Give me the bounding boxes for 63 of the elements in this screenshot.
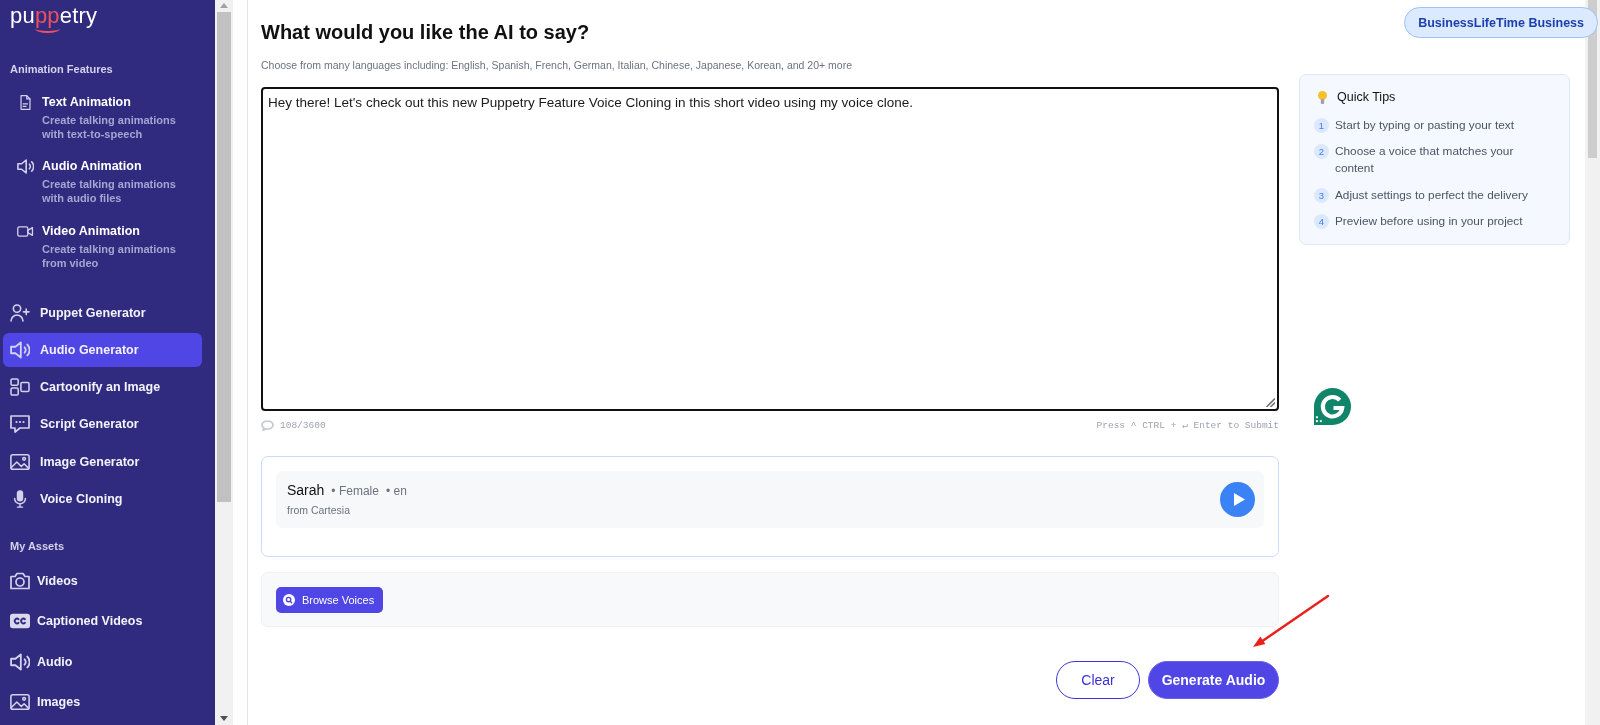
image-icon (10, 693, 30, 712)
feature-link[interactable]: Audio Animation (42, 159, 142, 175)
plan-badge: BusinessLifeTime Business (1404, 7, 1598, 38)
nav-item[interactable]: Videos (3, 563, 202, 598)
language-note: Choose from many languages including: English, Spanish, French, German, Italian, Chinese, Japanese, Korean, and 20+ more (261, 58, 852, 73)
character-count: 108/3600 (280, 418, 326, 432)
scroll-up-icon (220, 3, 228, 8)
feature-description: Create talking animations from video (42, 241, 176, 270)
voice-language: • en (385, 483, 407, 500)
nav-item[interactable]: Captioned Videos (3, 604, 202, 639)
speech-bubble-icon (261, 419, 274, 431)
browse-voices-button[interactable]: Browse Voices (276, 586, 384, 613)
primary-button[interactable]: Generate Audio (1148, 661, 1279, 699)
add-user-icon (10, 303, 30, 322)
image-icon (10, 452, 30, 471)
layout-icon (10, 378, 30, 397)
tip-text: Choose a voice that matches your content (1335, 143, 1515, 177)
tip-text: Adjust settings to perfect the delivery (1335, 186, 1528, 204)
step-number: 4 (1314, 214, 1329, 229)
feature-link[interactable]: Text Animation (42, 95, 131, 110)
step-number: 1 (1314, 117, 1329, 133)
secondary-button[interactable]: Clear (1056, 661, 1140, 699)
section-heading: Animation Features (10, 62, 113, 76)
search-icon (283, 593, 295, 606)
speaker-icon (10, 652, 30, 671)
nav-item[interactable]: Audio (3, 644, 202, 679)
document-icon (17, 95, 34, 110)
letter-g-icon (1313, 387, 1352, 426)
nav-item[interactable]: Images (3, 685, 202, 720)
tip-text: Preview before using in your project (1335, 213, 1523, 230)
step-number: 2 (1314, 144, 1329, 159)
logo[interactable]: puppetry (10, 4, 98, 33)
tip-text: Start by typing or pasting your text (1335, 116, 1514, 134)
section-heading: My Assets (10, 539, 64, 554)
play-button[interactable] (1220, 481, 1255, 517)
feature-description: Create talking animations with audio files (42, 177, 176, 206)
voice-name: Sarah (287, 481, 325, 499)
script-input-field[interactable]: Hey there! Let's check out this new Puppetry Feature Voice Cloning in this short video using my voice clone. (261, 87, 1279, 411)
scroll-down-icon (220, 716, 228, 721)
lightbulb-icon (1318, 90, 1327, 104)
camera-icon (10, 571, 30, 590)
nav-item[interactable]: Puppet Generator (3, 295, 202, 330)
chat-bubble-icon (10, 415, 30, 434)
nav-item[interactable]: Audio Generator (3, 332, 202, 367)
step-number: 3 (1314, 187, 1329, 203)
resize-grip-icon (1266, 398, 1275, 407)
captions-icon (10, 612, 30, 631)
scrollbar-thumb[interactable] (217, 12, 231, 502)
feature-description: Create talking animations with text-to-speech (42, 113, 176, 141)
voice-source: from Cartesia (287, 503, 350, 517)
nav-item[interactable]: Voice Cloning (3, 482, 202, 517)
video-camera-icon (17, 223, 34, 239)
speaker-icon (10, 340, 30, 359)
nav-item[interactable]: Image Generator (3, 444, 202, 479)
speaker-icon (17, 159, 34, 175)
tips-title: Quick Tips (1337, 90, 1396, 104)
play-icon (1233, 492, 1245, 506)
shortcut-hint: Press ^ CTRL + ↵ Enter to Submit (1096, 418, 1279, 432)
nav-item[interactable]: Cartoonify an Image (3, 370, 202, 405)
feature-link[interactable]: Video Animation (42, 223, 140, 239)
voice-gender: • Female (331, 483, 379, 500)
nav-item[interactable]: Script Generator (3, 407, 202, 442)
page-title: What would you like the AI to say? (261, 20, 590, 45)
